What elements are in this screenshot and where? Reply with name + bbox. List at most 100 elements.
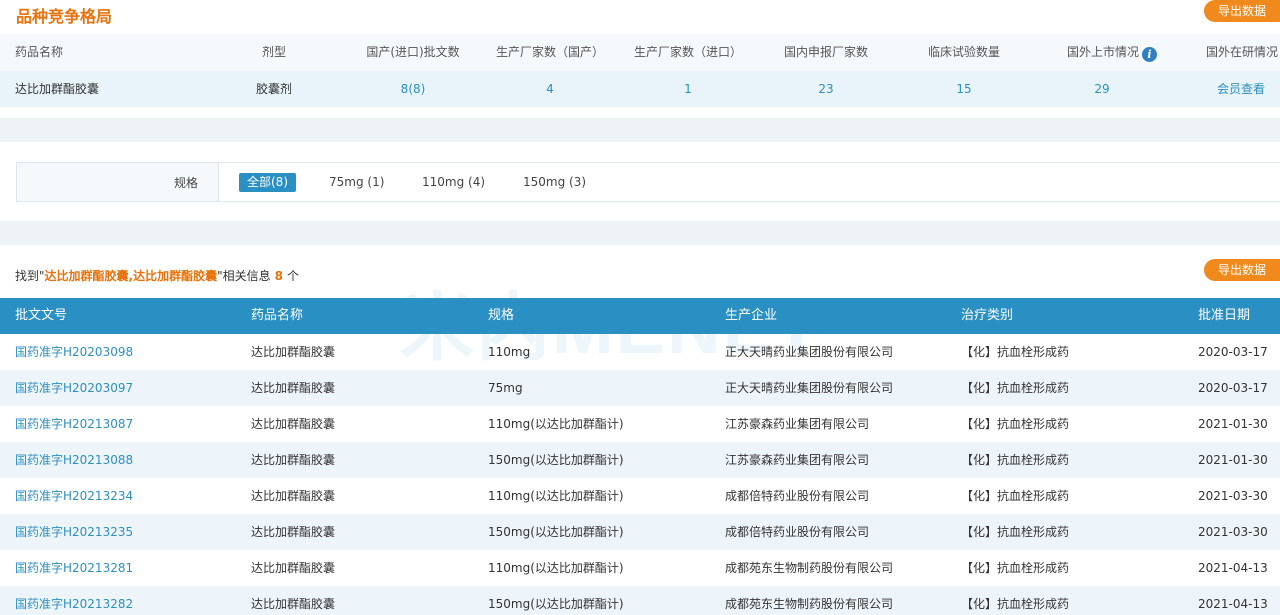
summary-header-overseas-marketed-label: 国外上市情况 — [1066, 45, 1140, 59]
category-cell: 【化】抗血栓形成药 — [961, 525, 1070, 539]
summary-import-mfr-link[interactable]: 1 — [684, 71, 692, 107]
summary-overseas-marketed-link[interactable]: 29 — [1094, 71, 1109, 107]
results-summary: 找到"达比加群酯胶囊,达比加群酯胶囊"相关信息 8 个 — [15, 267, 299, 284]
table-row: 国药准字H20203097 达比加群酯胶囊 75mg 正大天晴药业集团股份有限公… — [0, 370, 1280, 406]
summary-header-domestic-applicants: 国内申报厂家数 — [783, 45, 869, 59]
approval-date-cell: 2021-01-30 — [1198, 453, 1268, 467]
approval-date-cell: 2020-03-17 — [1198, 381, 1268, 395]
approval-date-cell: 2021-01-30 — [1198, 417, 1268, 431]
approval-number-link[interactable]: 国药准字H20213234 — [15, 478, 133, 514]
approval-number-link[interactable]: 国药准字H20203098 — [15, 334, 133, 370]
approval-number-link[interactable]: 国药准字H20203097 — [15, 370, 133, 406]
summary-header-domestic-mfr: 生产厂家数（国产） — [495, 45, 605, 59]
drug-name-cell: 达比加群酯胶囊 — [251, 345, 336, 359]
approval-number-link[interactable]: 国药准字H20213281 — [15, 550, 133, 586]
divider-band — [0, 118, 1280, 142]
member-view-link[interactable]: 会员查看 — [1217, 71, 1265, 107]
approval-number-link[interactable]: 国药准字H20213088 — [15, 442, 133, 478]
drug-name-cell: 达比加群酯胶囊 — [251, 453, 336, 467]
manufacturer-cell: 成都苑东生物制药股份有限公司 — [725, 561, 894, 575]
section-title: 品种竞争格局 — [16, 7, 113, 26]
manufacturer-cell: 成都苑东生物制药股份有限公司 — [725, 597, 894, 611]
list-header-approval-no: 批文文号 — [15, 308, 68, 323]
export-data-button-top[interactable]: 导出数据 — [1203, 0, 1280, 22]
summary-domestic-mfr-link[interactable]: 4 — [546, 71, 554, 107]
section-header: 品种竞争格局 导出数据 — [0, 0, 1280, 34]
manufacturer-cell: 成都倍特药业股份有限公司 — [725, 525, 870, 539]
approval-number-link[interactable]: 国药准字H20213235 — [15, 514, 133, 550]
list-header-manufacturer: 生产企业 — [725, 308, 778, 323]
spec-cell: 75mg — [488, 381, 523, 395]
export-data-button-list[interactable]: 导出数据 — [1203, 259, 1280, 281]
category-cell: 【化】抗血栓形成药 — [961, 489, 1070, 503]
results-keyword: 达比加群酯胶囊,达比加群酯胶囊 — [44, 269, 218, 283]
results-count: 8 — [274, 269, 283, 283]
approval-number-link[interactable]: 国药准字H20213282 — [15, 586, 133, 615]
summary-header-overseas-research: 国外在研情况 — [1205, 45, 1279, 59]
info-icon[interactable]: i — [1142, 47, 1158, 62]
approval-date-cell: 2021-03-30 — [1198, 525, 1268, 539]
drug-name-cell: 达比加群酯胶囊 — [251, 525, 336, 539]
approval-list-table: 批文文号 药品名称 规格 生产企业 治疗类别 批准日期 国药准字H2020309… — [0, 298, 1280, 615]
drug-name-cell: 达比加群酯胶囊 — [251, 597, 336, 611]
spec-option-all[interactable]: 全部(8) — [239, 173, 296, 192]
summary-data-row: 达比加群酯胶囊 胶囊剂 8(8) 4 1 23 15 29 会员查看 — [0, 71, 1280, 107]
drug-name-cell: 达比加群酯胶囊 — [251, 417, 336, 431]
summary-header-row: 药品名称 剂型 国产(进口)批文数 生产厂家数（国产） 生产厂家数（进口） 国内… — [0, 34, 1280, 71]
manufacturer-cell: 成都倍特药业股份有限公司 — [725, 489, 870, 503]
table-row: 国药准字H20213088 达比加群酯胶囊 150mg(以达比加群酯计) 江苏豪… — [0, 442, 1280, 478]
spec-option-110mg[interactable]: 110mg (4) — [414, 173, 493, 192]
results-suffix: 个 — [286, 269, 299, 283]
spec-filter-label: 规格 — [173, 176, 198, 190]
summary-domestic-applicants-link[interactable]: 23 — [818, 71, 833, 107]
spec-cell: 110mg — [488, 345, 531, 359]
summary-header-import-mfr: 生产厂家数（进口） — [633, 45, 743, 59]
spec-option-150mg[interactable]: 150mg (3) — [515, 173, 594, 192]
manufacturer-cell: 江苏豪森药业集团有限公司 — [725, 453, 870, 467]
summary-header-approvals: 国产(进口)批文数 — [366, 45, 460, 59]
table-row: 国药准字H20213087 达比加群酯胶囊 110mg(以达比加群酯计) 江苏豪… — [0, 406, 1280, 442]
list-header-spec: 规格 — [488, 308, 515, 323]
manufacturer-cell: 江苏豪森药业集团有限公司 — [725, 417, 870, 431]
spec-cell: 110mg(以达比加群酯计) — [488, 561, 624, 575]
table-row: 国药准字H20203098 达比加群酯胶囊 110mg 正大天晴药业集团股份有限… — [0, 334, 1280, 370]
summary-header-drug-name: 药品名称 — [15, 45, 64, 59]
approval-date-cell: 2021-03-30 — [1198, 489, 1268, 503]
category-cell: 【化】抗血栓形成药 — [961, 453, 1070, 467]
drug-name-cell: 达比加群酯胶囊 — [251, 381, 336, 395]
drug-name-cell: 达比加群酯胶囊 — [251, 561, 336, 575]
spec-filter-label-cell: 规格 — [17, 163, 219, 201]
approval-date-cell: 2021-04-13 — [1198, 561, 1268, 575]
table-row: 国药准字H20213234 达比加群酯胶囊 110mg(以达比加群酯计) 成都倍… — [0, 478, 1280, 514]
approval-date-cell: 2020-03-17 — [1198, 345, 1268, 359]
spec-cell: 150mg(以达比加群酯计) — [488, 525, 624, 539]
results-middle: "相关信息 — [217, 269, 271, 283]
drug-name-cell: 达比加群酯胶囊 — [251, 489, 336, 503]
manufacturer-cell: 正大天晴药业集团股份有限公司 — [725, 381, 894, 395]
summary-header-overseas-marketed: 国外上市情况 i — [1066, 34, 1158, 71]
list-header-approval-date: 批准日期 — [1198, 308, 1251, 323]
spec-cell: 150mg(以达比加群酯计) — [488, 453, 624, 467]
table-row: 国药准字H20213282 达比加群酯胶囊 150mg(以达比加群酯计) 成都苑… — [0, 586, 1280, 615]
summary-clinical-trials-link[interactable]: 15 — [956, 71, 971, 107]
summary-drug-name: 达比加群酯胶囊 — [15, 82, 100, 96]
list-header-category: 治疗类别 — [961, 308, 1014, 323]
category-cell: 【化】抗血栓形成药 — [961, 345, 1070, 359]
category-cell: 【化】抗血栓形成药 — [961, 417, 1070, 431]
approval-number-link[interactable]: 国药准字H20213087 — [15, 406, 133, 442]
summary-approvals-link[interactable]: 8(8) — [401, 71, 426, 107]
spec-filter: 规格 全部(8) 75mg (1) 110mg (4) 150mg (3) — [16, 162, 1280, 202]
spec-option-75mg[interactable]: 75mg (1) — [321, 173, 392, 192]
summary-header-clinical-trials: 临床试验数量 — [927, 45, 1001, 59]
spec-cell: 150mg(以达比加群酯计) — [488, 597, 624, 611]
table-row: 国药准字H20213235 达比加群酯胶囊 150mg(以达比加群酯计) 成都倍… — [0, 514, 1280, 550]
category-cell: 【化】抗血栓形成药 — [961, 381, 1070, 395]
competition-summary-table: 药品名称 剂型 国产(进口)批文数 生产厂家数（国产） 生产厂家数（进口） 国内… — [0, 34, 1280, 107]
approval-date-cell: 2021-04-13 — [1198, 597, 1268, 611]
spec-cell: 110mg(以达比加群酯计) — [488, 489, 624, 503]
spec-cell: 110mg(以达比加群酯计) — [488, 417, 624, 431]
category-cell: 【化】抗血栓形成药 — [961, 597, 1070, 611]
results-prefix: 找到" — [15, 269, 45, 283]
summary-header-dosage-form: 剂型 — [261, 45, 287, 59]
divider-band — [0, 221, 1280, 245]
